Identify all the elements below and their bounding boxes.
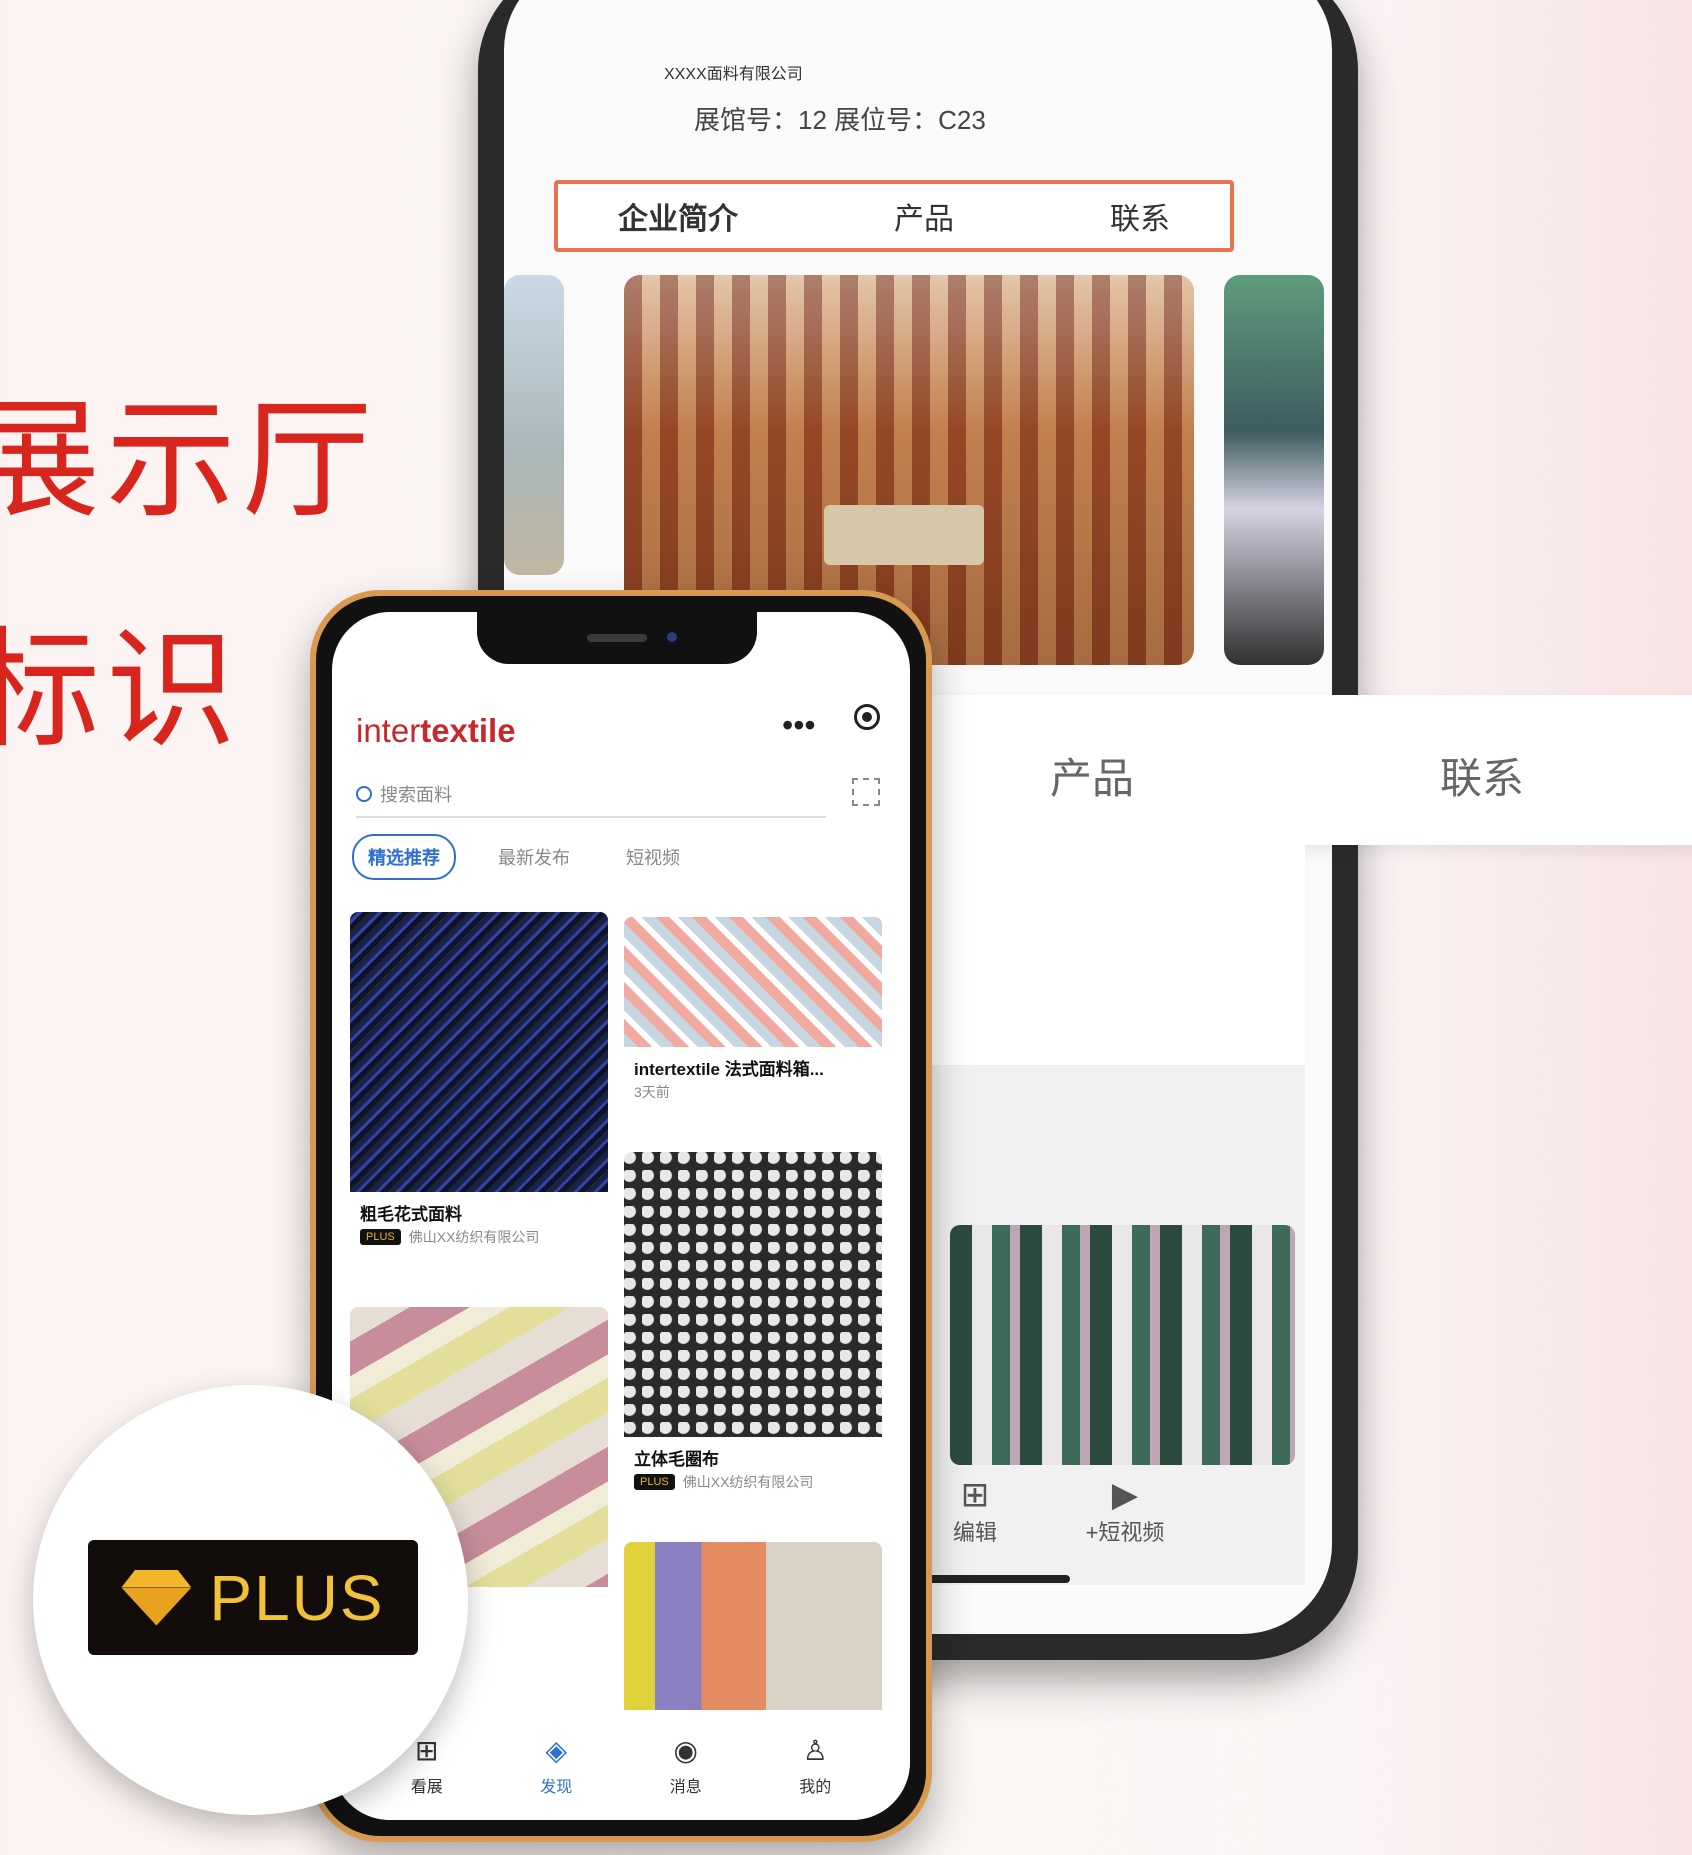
chip-latest[interactable]: 最新发布 — [484, 836, 584, 878]
intertextile-logo: intertextile — [356, 712, 516, 750]
striped-fabric-image[interactable] — [950, 1225, 1295, 1465]
product-title: 粗毛花式面料 — [360, 1205, 462, 1224]
headline-line2: 标识 — [0, 614, 243, 766]
plus-tag: PLUS — [360, 1229, 401, 1245]
logo-light: inter — [356, 712, 421, 749]
phone-notch — [477, 612, 757, 664]
product-card[interactable]: intertextile 法式面料箱... 3天前 — [624, 917, 882, 1137]
headline-line1: 展示厅 — [0, 384, 379, 536]
product-image — [624, 1152, 882, 1437]
chip-featured[interactable]: 精选推荐 — [352, 834, 456, 880]
home-indicator — [920, 1575, 1070, 1583]
product-image — [350, 912, 608, 1192]
chat-icon: ◉ — [673, 1734, 698, 1766]
product-title: intertextile 法式面料箱... — [634, 1060, 824, 1079]
diamond-icon — [121, 1570, 191, 1626]
strip-tab-products[interactable]: 产品 — [1050, 745, 1134, 806]
strip-tab-contact[interactable]: 联系 — [1440, 745, 1524, 806]
nav-me-label: 我的 — [799, 1778, 832, 1796]
nav-edit-label: 编辑 — [952, 1520, 997, 1545]
tab-contact[interactable]: 联系 — [1110, 194, 1170, 238]
product-card[interactable]: 粗毛花式面料 PLUS 佛山XX纺织有限公司 — [350, 912, 608, 1292]
close-miniapp-icon[interactable] — [854, 704, 880, 730]
product-image — [624, 917, 882, 1047]
more-menu-icon[interactable]: ••• — [782, 707, 816, 744]
category-chips: 精选推荐 最新发布 短视频 — [352, 834, 694, 880]
chip-short-video[interactable]: 短视频 — [612, 836, 694, 878]
plus-badge: PLUS — [88, 1540, 418, 1655]
nav-add-video[interactable]: ▶ +短视频 — [1055, 1475, 1195, 1575]
product-title: 立体毛圈布 — [634, 1450, 719, 1469]
person-icon: ♙ — [802, 1734, 828, 1766]
nav-exhibition-label: 看展 — [410, 1778, 443, 1796]
plus-badge-text: PLUS — [209, 1561, 385, 1634]
carousel-prev-image[interactable] — [504, 275, 564, 575]
speaker — [587, 634, 647, 642]
floating-tab-strip: 产品 联系 — [905, 695, 1692, 845]
plus-badge-circle: PLUS — [33, 1385, 468, 1815]
nav-discover[interactable]: ◈ 发现 — [540, 1734, 572, 1797]
company-name: XXXX面料有限公司 — [664, 66, 803, 83]
layers-icon: ◈ — [545, 1734, 568, 1766]
nav-messages-label: 消息 — [669, 1778, 702, 1796]
nav-add-video-label: +短视频 — [1085, 1520, 1165, 1545]
nav-messages[interactable]: ◉ 消息 — [670, 1734, 702, 1797]
carousel-next-image[interactable] — [1224, 275, 1324, 665]
product-company: 佛山XX纺织有限公司 — [408, 1229, 540, 1245]
tab-products[interactable]: 产品 — [894, 194, 954, 238]
product-card[interactable] — [624, 1542, 882, 1722]
search-placeholder: 搜索面料 — [380, 785, 452, 805]
back-tabs: 企业简介 产品 联系 — [554, 180, 1234, 252]
product-company: 佛山XX纺织有限公司 — [682, 1474, 814, 1490]
scan-icon[interactable] — [852, 778, 880, 806]
back-bottom-nav: ⊞ 编辑 ▶ +短视频 — [905, 1475, 1305, 1575]
plus-tag: PLUS — [634, 1474, 675, 1490]
booth-number: 展馆号：12 展位号：C23 — [694, 105, 986, 135]
conference-table — [824, 505, 984, 565]
search-icon — [356, 786, 372, 802]
video-icon: ▶ — [1111, 1476, 1139, 1514]
nav-me[interactable]: ♙ 我的 — [799, 1734, 831, 1797]
camera — [667, 632, 677, 642]
logo-bold: textile — [420, 712, 516, 749]
tab-company-intro[interactable]: 企业简介 — [618, 194, 738, 238]
product-card[interactable]: 立体毛圈布 PLUS 佛山XX纺织有限公司 — [624, 1152, 882, 1527]
nav-exhibition[interactable]: ⊞ 看展 — [411, 1734, 443, 1797]
back-blank-area — [905, 845, 1305, 1065]
nav-discover-label: 发现 — [540, 1778, 573, 1796]
search-input[interactable]: 搜索面料 — [356, 772, 826, 818]
product-image — [624, 1542, 882, 1722]
product-time: 3天前 — [634, 1084, 670, 1100]
